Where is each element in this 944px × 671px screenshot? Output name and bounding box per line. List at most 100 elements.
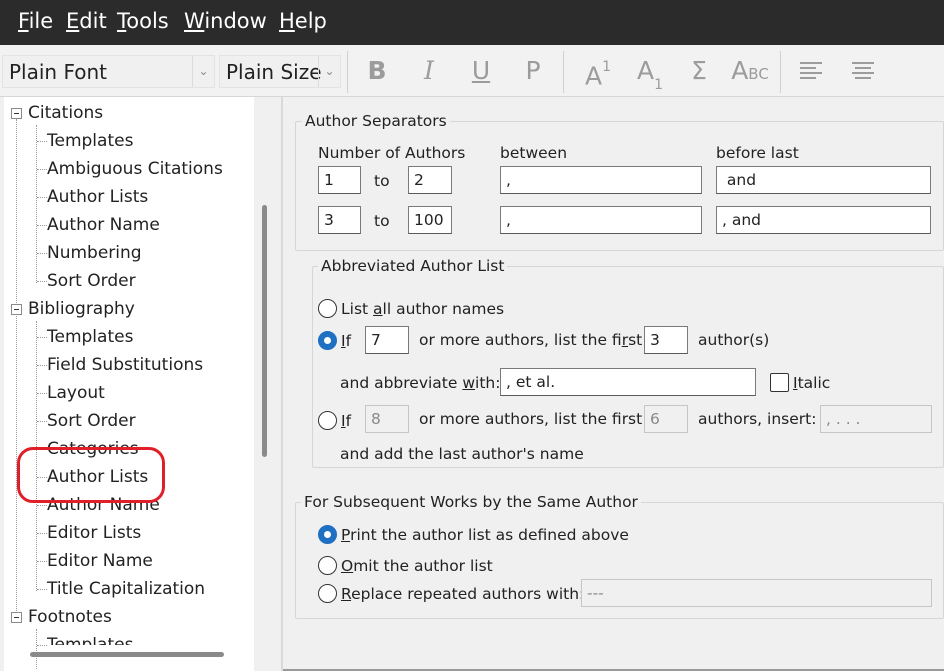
tree-item-citations-templates[interactable]: Templates xyxy=(47,129,133,153)
separator-row2-to-input[interactable] xyxy=(408,206,452,234)
list-first-count-input[interactable] xyxy=(644,326,688,354)
superscript-button[interactable]: A1 xyxy=(580,53,616,90)
chevron-down-icon[interactable]: ⌄ xyxy=(192,56,214,87)
tree-node-bibliography[interactable]: Bibliography xyxy=(28,297,135,321)
tree-item-citations-author-name[interactable]: Author Name xyxy=(47,213,160,237)
tree-connector xyxy=(37,645,47,646)
tree-item-field-substitutions[interactable]: Field Substitutions xyxy=(47,353,203,377)
tree-item-bibliography-templates[interactable]: Templates xyxy=(47,325,133,349)
omit-author-list-radio[interactable] xyxy=(318,556,337,575)
tree-connector xyxy=(37,225,47,226)
tree-item-numbering[interactable]: Numbering xyxy=(47,241,142,265)
subsequent-works-title: For Subsequent Works by the Same Author xyxy=(301,493,641,511)
tree-node-citations[interactable]: Citations xyxy=(28,101,103,125)
print-author-list-label[interactable]: Print the author list as defined above xyxy=(341,526,629,544)
list-all-authors-radio[interactable] xyxy=(318,299,337,318)
menu-edit[interactable]: Edit xyxy=(66,9,107,33)
tree-item-footnotes-templates[interactable]: Templates xyxy=(47,633,133,645)
list-all-authors-label[interactable]: List all author names xyxy=(341,300,504,318)
separator-row2-before-last-input[interactable] xyxy=(716,206,931,234)
replace-authors-radio[interactable] xyxy=(318,584,337,603)
authors-insert-label: authors, insert: xyxy=(698,410,817,428)
abbreviate-if-radio[interactable] xyxy=(318,331,337,350)
align-center-button[interactable] xyxy=(848,53,878,89)
style-sections-tree: Citations Templates Ambiguous Citations … xyxy=(4,97,254,671)
omit-author-list-label[interactable]: Omit the author list xyxy=(341,557,493,575)
separator-row1-to-input[interactable] xyxy=(408,166,452,194)
replace-authors-input[interactable] xyxy=(581,579,932,607)
tree-item-editor-name[interactable]: Editor Name xyxy=(47,549,153,573)
number-of-authors-label: Number of Authors xyxy=(318,144,466,162)
tree-connector xyxy=(37,589,47,590)
italic-label[interactable]: Italic xyxy=(793,374,830,392)
abbreviated-author-list-title: Abbreviated Author List xyxy=(318,257,508,275)
separator-row1-between-input[interactable] xyxy=(500,166,702,194)
insert-if-count-input[interactable] xyxy=(365,405,409,433)
italic-checkbox[interactable] xyxy=(770,373,789,392)
tree-connector xyxy=(36,629,37,669)
separator-row1-before-last-input[interactable] xyxy=(716,166,931,194)
abbreviate-with-input[interactable] xyxy=(500,368,756,396)
between-label: between xyxy=(500,144,568,162)
settings-panel: Author Separators Number of Authors betw… xyxy=(283,97,944,671)
toolbar-separator xyxy=(780,51,781,93)
tree-item-ambiguous-citations[interactable]: Ambiguous Citations xyxy=(47,157,223,181)
font-combo[interactable]: Plain Font ⌄ xyxy=(2,55,215,88)
italic-button[interactable]: I xyxy=(414,53,444,89)
symbol-button[interactable]: Σ xyxy=(684,53,714,89)
tree-horizontal-scrollbar[interactable] xyxy=(30,652,224,657)
plain-button[interactable]: P xyxy=(518,53,548,89)
bold-button[interactable]: B xyxy=(362,53,392,89)
author-separators-title: Author Separators xyxy=(302,112,450,130)
align-left-button[interactable] xyxy=(796,53,826,89)
format-toolbar: Plain Font ⌄ Plain Size ⌄ B I U P A1 A1 … xyxy=(0,45,944,97)
separator-row1-from-input[interactable] xyxy=(318,166,361,194)
tree-connector xyxy=(37,393,47,394)
abbreviated-author-list-group xyxy=(312,266,944,468)
subscript-button[interactable]: A1 xyxy=(632,53,668,93)
authors-suffix-label: author(s) xyxy=(698,331,770,349)
collapse-icon[interactable] xyxy=(11,108,22,119)
collapse-icon[interactable] xyxy=(11,304,22,315)
menu-file[interactable]: File xyxy=(18,9,53,33)
or-more-authors-insert-label: or more authors, list the first xyxy=(419,410,643,428)
abbreviate-if-label[interactable]: If xyxy=(341,332,351,350)
abbreviate-if-count-input[interactable] xyxy=(365,326,409,354)
to-label: to xyxy=(374,172,390,190)
tree-connector xyxy=(36,125,37,283)
abbreviate-insert-if-label[interactable]: If xyxy=(341,412,351,430)
align-center-icon xyxy=(852,62,874,79)
chevron-down-icon[interactable]: ⌄ xyxy=(318,56,340,87)
size-combo[interactable]: Plain Size ⌄ xyxy=(219,55,341,88)
tree-item-layout[interactable]: Layout xyxy=(47,381,105,405)
menu-tools[interactable]: Tools xyxy=(117,9,169,33)
to-label: to xyxy=(374,212,390,230)
print-author-list-radio[interactable] xyxy=(318,525,337,544)
tree-connector xyxy=(37,169,47,170)
toolbar-separator xyxy=(563,51,564,93)
tree-connector xyxy=(37,561,47,562)
tree-item-citations-sort-order[interactable]: Sort Order xyxy=(47,269,136,293)
tree-connector xyxy=(37,281,47,282)
menu-help[interactable]: Help xyxy=(279,9,327,33)
underline-button[interactable]: U xyxy=(466,53,496,89)
small-caps-button[interactable]: ABC xyxy=(730,53,770,89)
separator-row2-from-input[interactable] xyxy=(318,206,361,234)
tree-item-bibliography-sort-order[interactable]: Sort Order xyxy=(47,409,136,433)
menu-window[interactable]: Window xyxy=(184,9,267,33)
tree-item-title-capitalization[interactable]: Title Capitalization xyxy=(47,577,205,601)
toolbar-separator xyxy=(347,51,348,93)
tree-item-editor-lists[interactable]: Editor Lists xyxy=(47,521,141,545)
tree-node-footnotes[interactable]: Footnotes xyxy=(28,605,112,629)
abbreviate-insert-radio[interactable] xyxy=(318,411,337,430)
separator-row2-between-input[interactable] xyxy=(500,206,702,234)
tree-connector xyxy=(37,365,47,366)
insert-text-input[interactable] xyxy=(820,405,932,433)
tree-connector xyxy=(37,253,47,254)
collapse-icon[interactable] xyxy=(11,612,22,623)
replace-authors-label[interactable]: Replace repeated authors with: xyxy=(341,585,584,603)
insert-first-count-input[interactable] xyxy=(644,405,688,433)
tree-item-citations-author-lists[interactable]: Author Lists xyxy=(47,185,148,209)
tree-connector xyxy=(37,421,47,422)
tree-vertical-scrollbar[interactable] xyxy=(262,205,267,457)
